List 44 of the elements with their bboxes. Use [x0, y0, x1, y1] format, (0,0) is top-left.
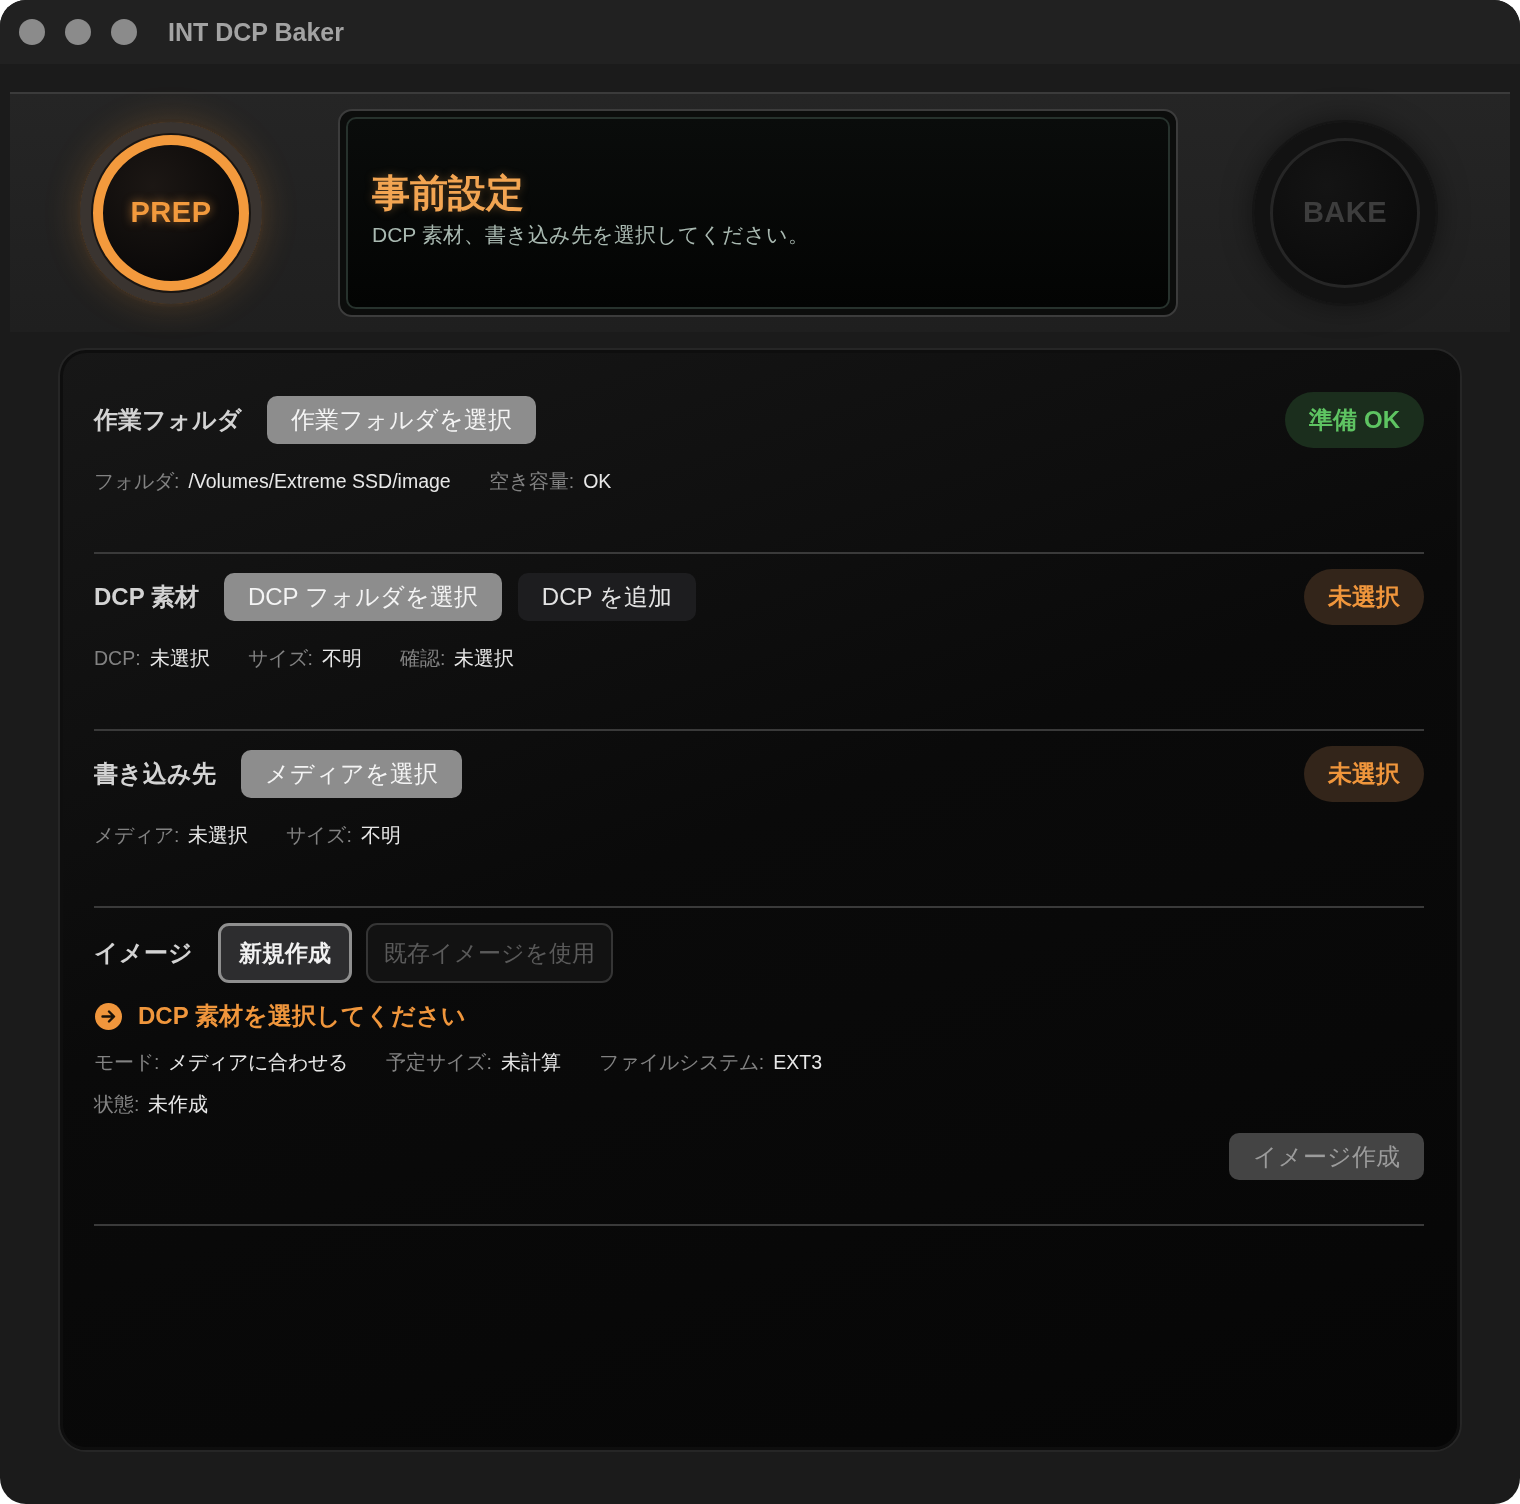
section-button[interactable]: DCP を追加: [517, 573, 696, 621]
notice-text: DCP 素材を選択してください: [138, 1001, 466, 1031]
section-heading: イメージ: [94, 938, 193, 968]
option-button[interactable]: 既存イメージを使用: [366, 923, 613, 983]
info-label: 確認:: [400, 646, 446, 671]
info-label: DCP:: [94, 646, 141, 671]
status-badge: 未選択: [1304, 569, 1424, 625]
section-heading: 書き込み先: [94, 759, 216, 789]
info-label: 状態:: [94, 1092, 140, 1117]
info-value: 未作成: [148, 1092, 209, 1117]
section-heading: 作業フォルダ: [94, 405, 242, 435]
info-label: 予定サイズ:: [386, 1050, 492, 1075]
info-value: メディアに合わせる: [168, 1050, 349, 1075]
info-value: 未選択: [149, 646, 210, 671]
status-badge: 未選択: [1304, 746, 1424, 802]
info-label: サイズ:: [286, 823, 352, 848]
info-label: 空き容量:: [488, 469, 575, 494]
option-button[interactable]: 新規作成: [218, 923, 352, 983]
section-button[interactable]: メディアを選択: [241, 750, 462, 798]
info-value: OK: [583, 469, 612, 494]
display-title: 事前設定: [372, 171, 524, 216]
section-button[interactable]: DCP フォルダを選択: [223, 573, 502, 621]
window-minimize-icon[interactable]: [65, 19, 91, 45]
status-badge: 準備 OK: [1285, 392, 1424, 448]
info-label: フォルダ:: [94, 469, 180, 494]
info-value: /Volumes/Extreme SSD/image: [188, 469, 451, 494]
section-heading: DCP 素材: [94, 582, 199, 612]
info-value: 未計算: [500, 1050, 561, 1075]
prep-button[interactable]: PREP: [80, 122, 262, 304]
info-value: 不明: [360, 823, 401, 848]
display-message: DCP 素材、書き込み先を選択してください。: [372, 222, 809, 248]
section-button[interactable]: 作業フォルダを選択: [267, 396, 536, 444]
window-zoom-icon[interactable]: [111, 19, 137, 45]
info-label: メディア:: [94, 823, 180, 848]
info-label: モード:: [94, 1050, 160, 1075]
info-value: EXT3: [773, 1050, 823, 1075]
arrow-circle-icon: [95, 1002, 122, 1030]
window-title: INT DCP Baker: [168, 17, 344, 48]
info-value: 未選択: [188, 823, 249, 848]
info-value: 不明: [322, 646, 362, 671]
info-label: サイズ:: [247, 646, 313, 671]
info-label: ファイルシステム:: [598, 1050, 765, 1075]
info-value: 未選択: [454, 646, 515, 671]
window-close-icon[interactable]: [19, 19, 45, 45]
